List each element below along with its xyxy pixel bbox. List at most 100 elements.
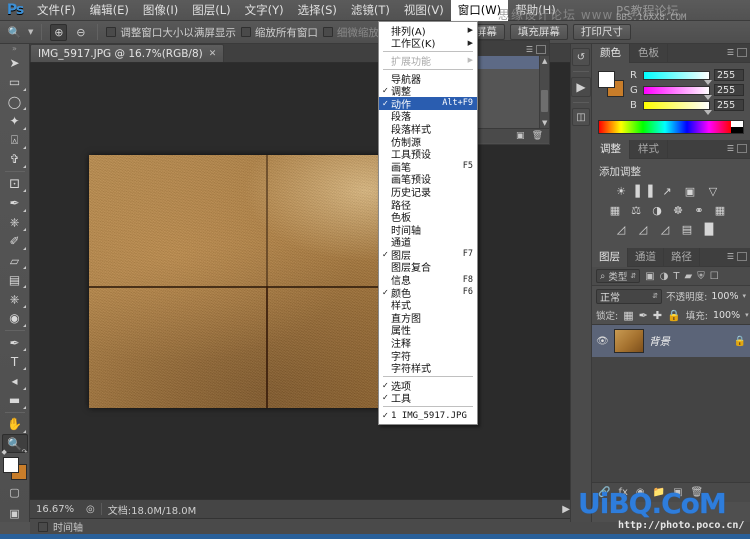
- tab-channels[interactable]: 通道: [628, 248, 664, 267]
- exposure-icon[interactable]: ▣: [682, 184, 698, 198]
- layer-filter-kind-select[interactable]: ⌕ 类型 ⇵: [596, 269, 640, 283]
- layer-mask-icon[interactable]: ◉: [636, 487, 645, 498]
- measurement-log-icon[interactable]: ◫: [572, 108, 590, 126]
- menu-file[interactable]: 文件(F): [30, 0, 83, 21]
- new-action-icon[interactable]: ▣: [516, 131, 525, 141]
- pen-tool[interactable]: ✒: [2, 333, 28, 352]
- delete-action-icon[interactable]: 🗑: [532, 131, 543, 141]
- white-black-swatches[interactable]: [731, 121, 743, 133]
- smart-object-filter-icon[interactable]: ⛨: [697, 271, 705, 282]
- panel-collapse-icon[interactable]: [737, 252, 747, 261]
- link-layers-icon[interactable]: 🔗: [598, 487, 610, 498]
- panel-menu-icon[interactable]: ☰: [727, 48, 734, 57]
- blue-slider[interactable]: [643, 101, 710, 110]
- checkbox-box[interactable]: [106, 27, 116, 37]
- color-spectrum-ramp[interactable]: [598, 120, 744, 134]
- menu-item-character-styles[interactable]: 字符样式: [379, 361, 477, 374]
- red-slider[interactable]: [643, 71, 710, 80]
- tab-styles[interactable]: 样式: [630, 140, 668, 159]
- color-panel-swatches[interactable]: [598, 71, 624, 97]
- eraser-tool[interactable]: ▱: [2, 251, 28, 270]
- rectangle-tool[interactable]: ▬: [2, 391, 28, 410]
- blend-mode-select[interactable]: 正常 ⇵: [596, 289, 662, 304]
- hand-tool[interactable]: ✋: [2, 415, 28, 434]
- fill-value[interactable]: 100%: [713, 310, 740, 321]
- screen-mode-icon[interactable]: ▣: [4, 505, 26, 522]
- menu-select[interactable]: 选择(S): [291, 0, 344, 21]
- adjustment-filter-icon[interactable]: ◑: [660, 271, 669, 282]
- curves-icon[interactable]: ↗: [659, 184, 675, 198]
- hue-saturation-icon[interactable]: ▦: [607, 203, 623, 217]
- green-slider[interactable]: [643, 86, 710, 95]
- selective-color-icon[interactable]: █: [701, 222, 717, 236]
- resize-windows-checkbox[interactable]: 调整窗口大小以满屏显示: [106, 25, 236, 40]
- tab-layers[interactable]: 图层: [592, 248, 628, 267]
- tab-adjustments[interactable]: 调整: [592, 140, 630, 159]
- print-size-button[interactable]: 打印尺寸: [573, 24, 631, 40]
- adjustments-panel-menu[interactable]: ☰: [727, 144, 747, 153]
- gradient-map-icon[interactable]: ▤: [679, 222, 695, 236]
- quick-selection-tool[interactable]: ✦: [2, 111, 28, 130]
- marquee-tool[interactable]: ▭: [2, 73, 28, 92]
- menu-image[interactable]: 图像(I): [136, 0, 185, 21]
- close-icon[interactable]: ✕: [209, 49, 217, 59]
- menu-item-document-img5917[interactable]: ✓ 1 IMG_5917.JPG: [379, 409, 477, 422]
- green-value[interactable]: 255: [714, 84, 744, 96]
- color-panel-menu[interactable]: ☰: [727, 48, 747, 57]
- zoom-out-icon[interactable]: ⊖: [72, 24, 89, 41]
- toolbox-collapse-icon[interactable]: »: [0, 44, 30, 54]
- color-balance-icon[interactable]: ⚖: [628, 203, 644, 217]
- lock-image-icon[interactable]: ✒: [639, 309, 648, 322]
- checkbox-box[interactable]: [241, 27, 251, 37]
- default-colors-icon[interactable]: ◆: [2, 448, 7, 456]
- timeline-handle-icon[interactable]: [38, 522, 48, 532]
- window-menu-dropdown[interactable]: 排列(A) ▶ 工作区(K) ▶ 扩展功能 ▶ 导航器 ✓ 调整 ✓ 动作: [378, 21, 478, 425]
- blur-tool[interactable]: ⎈: [2, 289, 28, 308]
- lasso-tool[interactable]: ◯: [2, 92, 28, 111]
- scroll-up-icon[interactable]: ▲: [542, 57, 547, 65]
- tab-swatches[interactable]: 色板: [630, 44, 668, 63]
- menu-view[interactable]: 视图(V): [397, 0, 451, 21]
- checkbox-box[interactable]: [323, 27, 333, 37]
- new-group-icon[interactable]: 📁: [653, 487, 665, 498]
- black-white-icon[interactable]: ◑: [649, 203, 665, 217]
- menu-filter[interactable]: 滤镜(T): [344, 0, 397, 21]
- gradient-tool[interactable]: ▤: [2, 270, 28, 289]
- delete-layer-icon[interactable]: 🗑: [691, 487, 704, 498]
- crop-tool[interactable]: ⍓: [2, 131, 28, 150]
- lock-all-icon[interactable]: 🔒: [667, 309, 681, 322]
- layer-style-icon[interactable]: fx: [618, 487, 627, 498]
- eyedropper-tool[interactable]: ✞: [2, 150, 28, 169]
- chevron-down-icon[interactable]: ⇵: [652, 292, 658, 300]
- fill-chevron-down-icon[interactable]: ▾: [745, 311, 749, 319]
- menu-window[interactable]: 窗口(W): [451, 0, 508, 21]
- lock-position-icon[interactable]: ✚: [653, 309, 662, 322]
- actions-panel-menu[interactable]: ☰: [526, 45, 546, 54]
- panel-collapse-icon[interactable]: [536, 45, 546, 54]
- layer-name[interactable]: 背景: [649, 334, 729, 349]
- zoom-level[interactable]: 16.67%: [36, 504, 80, 515]
- posterize-icon[interactable]: ◿: [635, 222, 651, 236]
- chevron-down-icon[interactable]: ⇵: [630, 272, 636, 280]
- move-tool[interactable]: ➤: [2, 54, 28, 73]
- scrollbar-thumb[interactable]: [541, 90, 548, 112]
- history-brush-tool[interactable]: ✐: [2, 232, 28, 251]
- blue-value[interactable]: 255: [714, 99, 744, 111]
- opacity-value[interactable]: 100%: [711, 291, 738, 302]
- actions-scrollbar[interactable]: ▲ ▼: [539, 56, 549, 128]
- foreground-color-swatch[interactable]: [598, 71, 615, 88]
- tab-paths[interactable]: 路径: [664, 248, 700, 267]
- dodge-tool[interactable]: ◉: [2, 309, 28, 328]
- layers-panel-menu[interactable]: ☰: [727, 252, 747, 261]
- color-lookup-icon[interactable]: ▦: [712, 203, 728, 217]
- panel-menu-icon[interactable]: ☰: [526, 45, 533, 54]
- panel-collapse-icon[interactable]: [737, 48, 747, 57]
- tab-color[interactable]: 颜色: [592, 44, 630, 63]
- menu-help[interactable]: 帮助(H): [508, 0, 563, 21]
- table-row[interactable]: 👁 背景 🔒: [592, 325, 750, 357]
- menu-type[interactable]: 文字(Y): [238, 0, 291, 21]
- zoom-in-icon[interactable]: ⊕: [50, 24, 67, 41]
- scrubby-zoom-checkbox[interactable]: 细微缩放: [323, 25, 379, 40]
- proxy-preview-icon[interactable]: ◎: [86, 504, 95, 515]
- panel-collapse-icon[interactable]: [737, 144, 747, 153]
